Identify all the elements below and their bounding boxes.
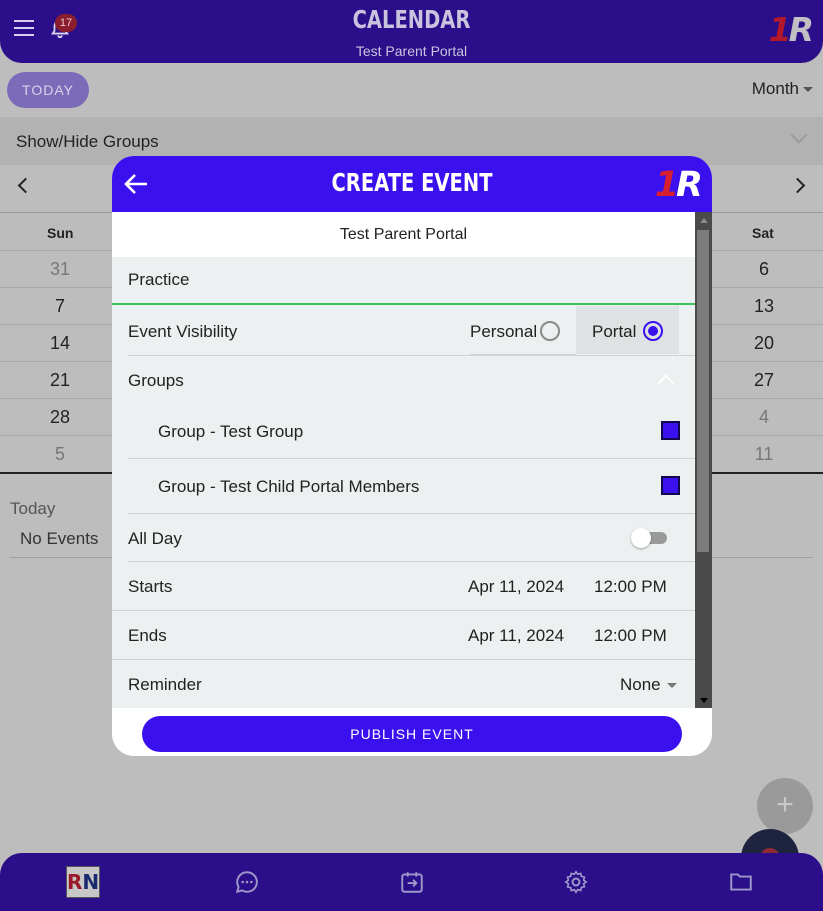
event-title-input[interactable] xyxy=(112,257,695,305)
all-day-label: All Day xyxy=(128,529,182,548)
divider xyxy=(128,513,695,514)
home-logo-button[interactable]: RN xyxy=(66,866,100,898)
publish-event-button[interactable]: PUBLISH EVENT xyxy=(142,716,682,752)
calendar-day[interactable]: 27 xyxy=(744,370,784,391)
visibility-portal-radio[interactable] xyxy=(643,321,663,341)
calendar-day[interactable]: 4 xyxy=(744,407,784,428)
group-checkbox[interactable] xyxy=(661,476,680,495)
view-select-label: Month xyxy=(751,79,799,98)
menu-icon[interactable] xyxy=(14,20,34,36)
calendar-day[interactable]: 13 xyxy=(744,296,784,317)
chevron-right-icon[interactable] xyxy=(789,177,806,194)
calendar-day[interactable]: 28 xyxy=(40,407,80,428)
weekday-sat: Sat xyxy=(752,225,774,241)
today-button[interactable]: TODAY xyxy=(7,72,89,108)
divider xyxy=(112,610,695,611)
back-arrow-icon[interactable] xyxy=(123,172,149,196)
chat-icon[interactable] xyxy=(234,869,260,895)
dialog-title: CREATE EVENT xyxy=(331,168,493,197)
dialog-header: CREATE EVENT 1R xyxy=(112,156,712,212)
start-time[interactable]: 12:00 PM xyxy=(594,577,667,597)
dialog-body: Test Parent Portal Event Visibility Pers… xyxy=(112,212,695,708)
group-item-label: Group - Test Child Portal Members xyxy=(158,477,420,496)
caret-down-icon xyxy=(666,683,677,689)
groups-label: Groups xyxy=(128,371,184,390)
starts-label: Starts xyxy=(128,577,173,596)
group-item-label: Group - Test Group xyxy=(158,422,304,441)
divider xyxy=(112,659,695,660)
reminder-label: Reminder xyxy=(128,675,202,694)
calendar-import-icon[interactable] xyxy=(399,869,425,895)
events-heading: Today xyxy=(10,499,56,518)
create-event-dialog: CREATE EVENT 1R Test Parent Portal Event… xyxy=(112,156,712,756)
brand-logo: 1R xyxy=(654,165,703,205)
start-date[interactable]: Apr 11, 2024 xyxy=(468,577,564,597)
portal-name: Test Parent Portal xyxy=(112,212,695,257)
end-date[interactable]: Apr 11, 2024 xyxy=(468,626,564,646)
scroll-up-icon[interactable] xyxy=(700,218,708,223)
divider xyxy=(128,561,695,562)
folder-icon[interactable] xyxy=(728,869,754,895)
event-form: Event Visibility Personal Portal Groups … xyxy=(112,257,695,708)
reminder-select[interactable]: None xyxy=(620,675,677,695)
calendar-day[interactable]: 11 xyxy=(744,444,784,465)
calendar-day[interactable]: 14 xyxy=(40,333,80,354)
toggle-knob xyxy=(631,528,651,548)
end-time[interactable]: 12:00 PM xyxy=(594,626,667,646)
calendar-day[interactable]: 21 xyxy=(40,370,80,391)
caret-down-icon xyxy=(803,87,813,93)
add-event-button[interactable]: + xyxy=(757,778,813,834)
divider xyxy=(128,355,695,356)
show-hide-groups-label: Show/Hide Groups xyxy=(16,132,159,151)
visibility-portal-label[interactable]: Portal xyxy=(592,322,636,342)
chevron-down-icon xyxy=(790,126,808,144)
group-checkbox[interactable] xyxy=(661,421,680,440)
weekday-sun: Sun xyxy=(47,225,74,241)
view-select[interactable]: Month xyxy=(752,79,813,99)
calendar-day[interactable]: 20 xyxy=(744,333,784,354)
bottom-nav: RN xyxy=(0,853,823,911)
page-title: CALENDAR xyxy=(352,5,471,34)
reminder-value: None xyxy=(620,675,661,694)
visibility-personal-label[interactable]: Personal xyxy=(470,322,537,342)
brand-logo: 1R xyxy=(768,10,814,49)
gear-icon[interactable] xyxy=(563,869,589,895)
notification-badge: 17 xyxy=(55,14,77,32)
page-subtitle: Test Parent Portal xyxy=(355,43,468,59)
calendar-day[interactable]: 31 xyxy=(40,259,80,280)
chevron-left-icon[interactable] xyxy=(17,177,34,194)
no-events-text: No Events xyxy=(20,529,99,548)
scroll-down-icon[interactable] xyxy=(700,698,708,703)
calendar-day[interactable]: 7 xyxy=(40,296,80,317)
visibility-personal-radio[interactable] xyxy=(540,321,560,341)
ends-label: Ends xyxy=(128,626,167,645)
calendar-day[interactable]: 5 xyxy=(40,444,80,465)
app-header: 17 CALENDAR Test Parent Portal 1R xyxy=(0,0,823,63)
chevron-up-icon[interactable] xyxy=(657,374,675,392)
dialog-scrollbar[interactable] xyxy=(695,212,712,708)
scrollbar-thumb[interactable] xyxy=(697,230,709,552)
visibility-label: Event Visibility xyxy=(128,322,238,341)
calendar-day[interactable]: 6 xyxy=(744,259,784,280)
all-day-toggle[interactable] xyxy=(631,528,667,548)
divider xyxy=(128,458,695,459)
